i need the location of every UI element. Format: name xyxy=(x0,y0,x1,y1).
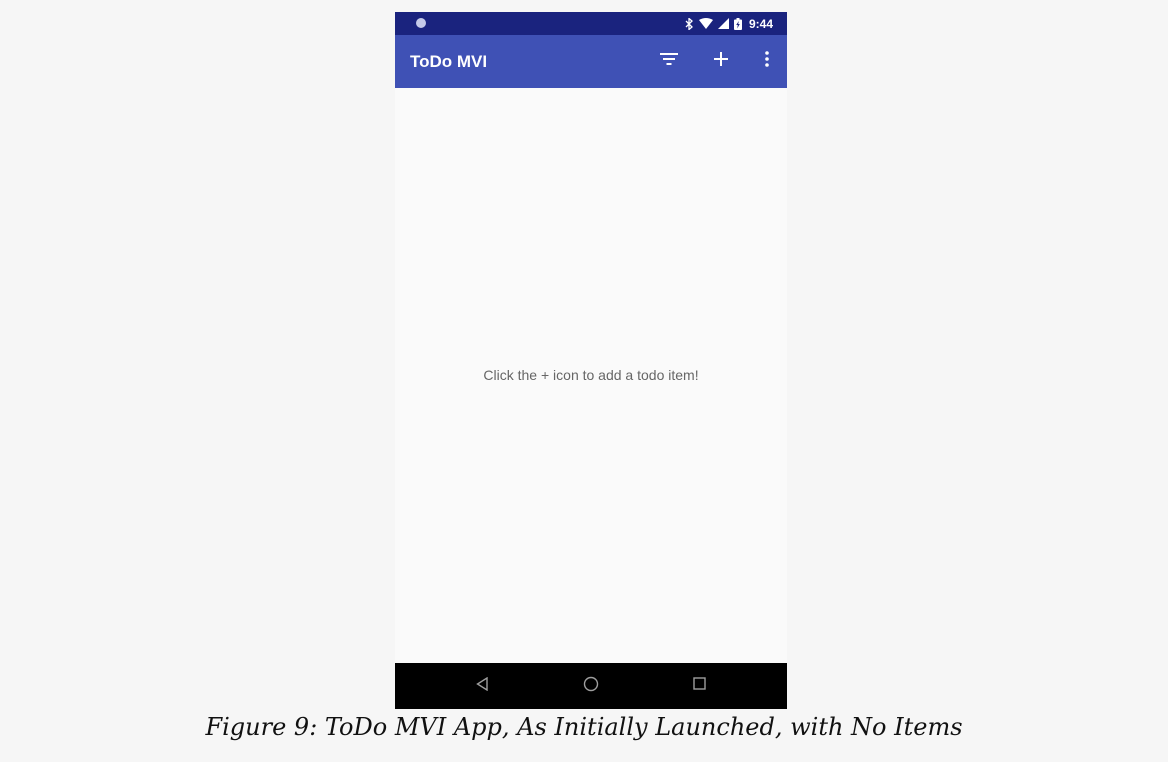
recents-icon xyxy=(692,677,706,695)
page: 9:44 ToDo MVI Click the + icon to add a … xyxy=(0,0,1168,762)
add-icon xyxy=(714,51,728,71)
bluetooth-icon xyxy=(685,17,694,30)
notification-dot-icon xyxy=(416,18,426,28)
empty-state-message: Click the + icon to add a todo item! xyxy=(483,367,699,383)
overflow-menu-button[interactable] xyxy=(751,45,783,77)
system-nav-bar xyxy=(395,663,787,709)
status-bar: 9:44 xyxy=(395,12,787,35)
recents-button[interactable] xyxy=(687,674,711,698)
app-title: ToDo MVI xyxy=(410,52,488,71)
back-button[interactable] xyxy=(470,674,494,698)
add-button[interactable] xyxy=(705,45,737,77)
wifi-icon xyxy=(698,18,713,29)
home-button[interactable] xyxy=(579,674,603,698)
todo-list-area: Click the + icon to add a todo item! xyxy=(395,88,787,663)
battery-icon xyxy=(733,17,742,30)
figure-caption: Figure 9: ToDo MVI App, As Initially Lau… xyxy=(205,713,963,741)
home-icon xyxy=(583,676,599,697)
cell-signal-icon xyxy=(717,18,729,29)
filter-icon xyxy=(660,52,678,70)
status-time: 9:44 xyxy=(748,16,773,31)
status-icons: 9:44 xyxy=(685,12,773,35)
app-bar: ToDo MVI xyxy=(395,35,787,88)
overflow-menu-icon xyxy=(765,50,769,72)
back-icon xyxy=(476,676,488,696)
phone-screen: 9:44 ToDo MVI Click the + icon to add a … xyxy=(395,12,787,709)
filter-button[interactable] xyxy=(653,45,685,77)
